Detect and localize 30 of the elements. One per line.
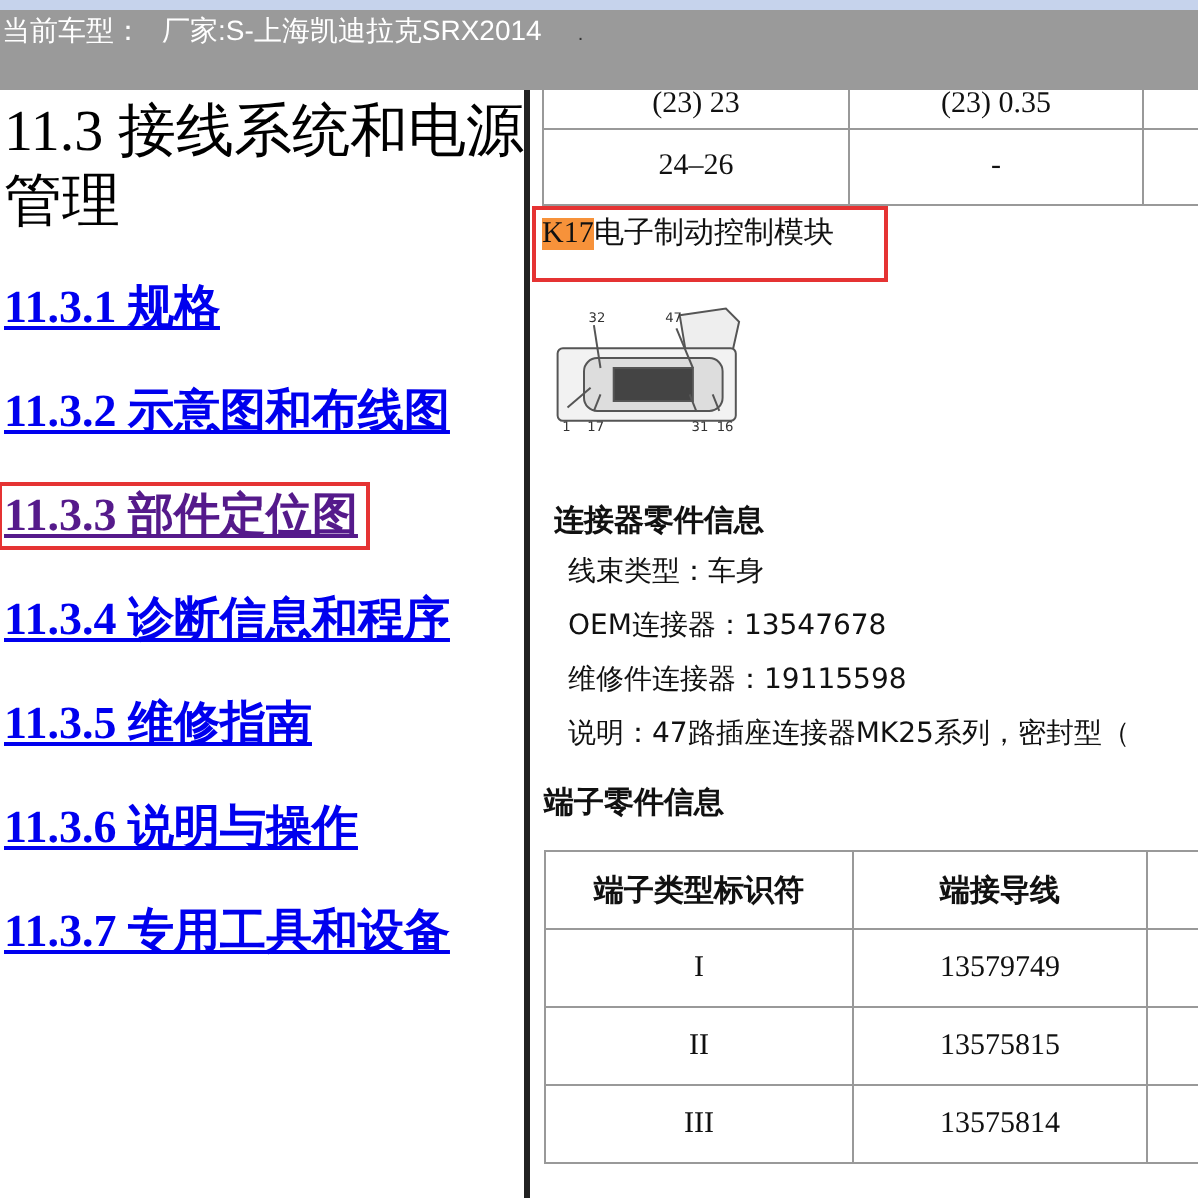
section-link[interactable]: 11.3.3 部件定位图 xyxy=(0,482,370,550)
info-line: OEM连接器：13547678 xyxy=(568,608,889,646)
table-cell: - xyxy=(849,129,1143,205)
table-cell: III xyxy=(545,1085,853,1163)
section-heading: 端子零件信息 xyxy=(544,784,726,822)
section-link[interactable]: 11.3.6 说明与操作 xyxy=(0,794,370,862)
info-line: 说明：47路插座连接器MK25系列，密封型（ xyxy=(568,716,1132,754)
table-cell: 13579749 xyxy=(853,929,1147,1007)
section-title: 11.3 接线系统和电源管理 xyxy=(4,98,524,238)
table-cell: (23) 23 xyxy=(543,90,849,129)
table-cell: (23) 0.35 xyxy=(849,90,1143,129)
table-cell: 13575815 xyxy=(853,1007,1147,1085)
vehicle-name: 厂家:S-上海凯迪拉克SRX2014 xyxy=(162,14,542,50)
table-cell: II xyxy=(545,1007,853,1085)
vehicle-label: 当前车型： xyxy=(2,14,142,50)
table-cell: I xyxy=(545,929,853,1007)
section-link[interactable]: 11.3.7 专用工具和设备 xyxy=(0,898,462,966)
section-link[interactable]: 11.3.1 规格 xyxy=(0,274,232,342)
table-cell: 13575814 xyxy=(853,1085,1147,1163)
section-link[interactable]: 11.3.4 诊断信息和程序 xyxy=(0,586,462,654)
column-header: 端子类型标识符 xyxy=(545,851,853,929)
info-line: 线束类型：车身 xyxy=(568,554,766,592)
section-link[interactable]: 11.3.2 示意图和布线图 xyxy=(0,378,462,446)
info-line: 维修件连接器：19115598 xyxy=(568,662,909,700)
section-heading: 连接器零件信息 xyxy=(554,502,766,540)
column-header: 端接导线 xyxy=(853,851,1147,929)
dot-mark: . xyxy=(577,24,584,46)
table-cell: 24–26 xyxy=(543,129,849,205)
component-title: K17电子制动控制模块 xyxy=(532,206,888,282)
section-link[interactable]: 11.3.5 维修指南 xyxy=(0,690,324,758)
